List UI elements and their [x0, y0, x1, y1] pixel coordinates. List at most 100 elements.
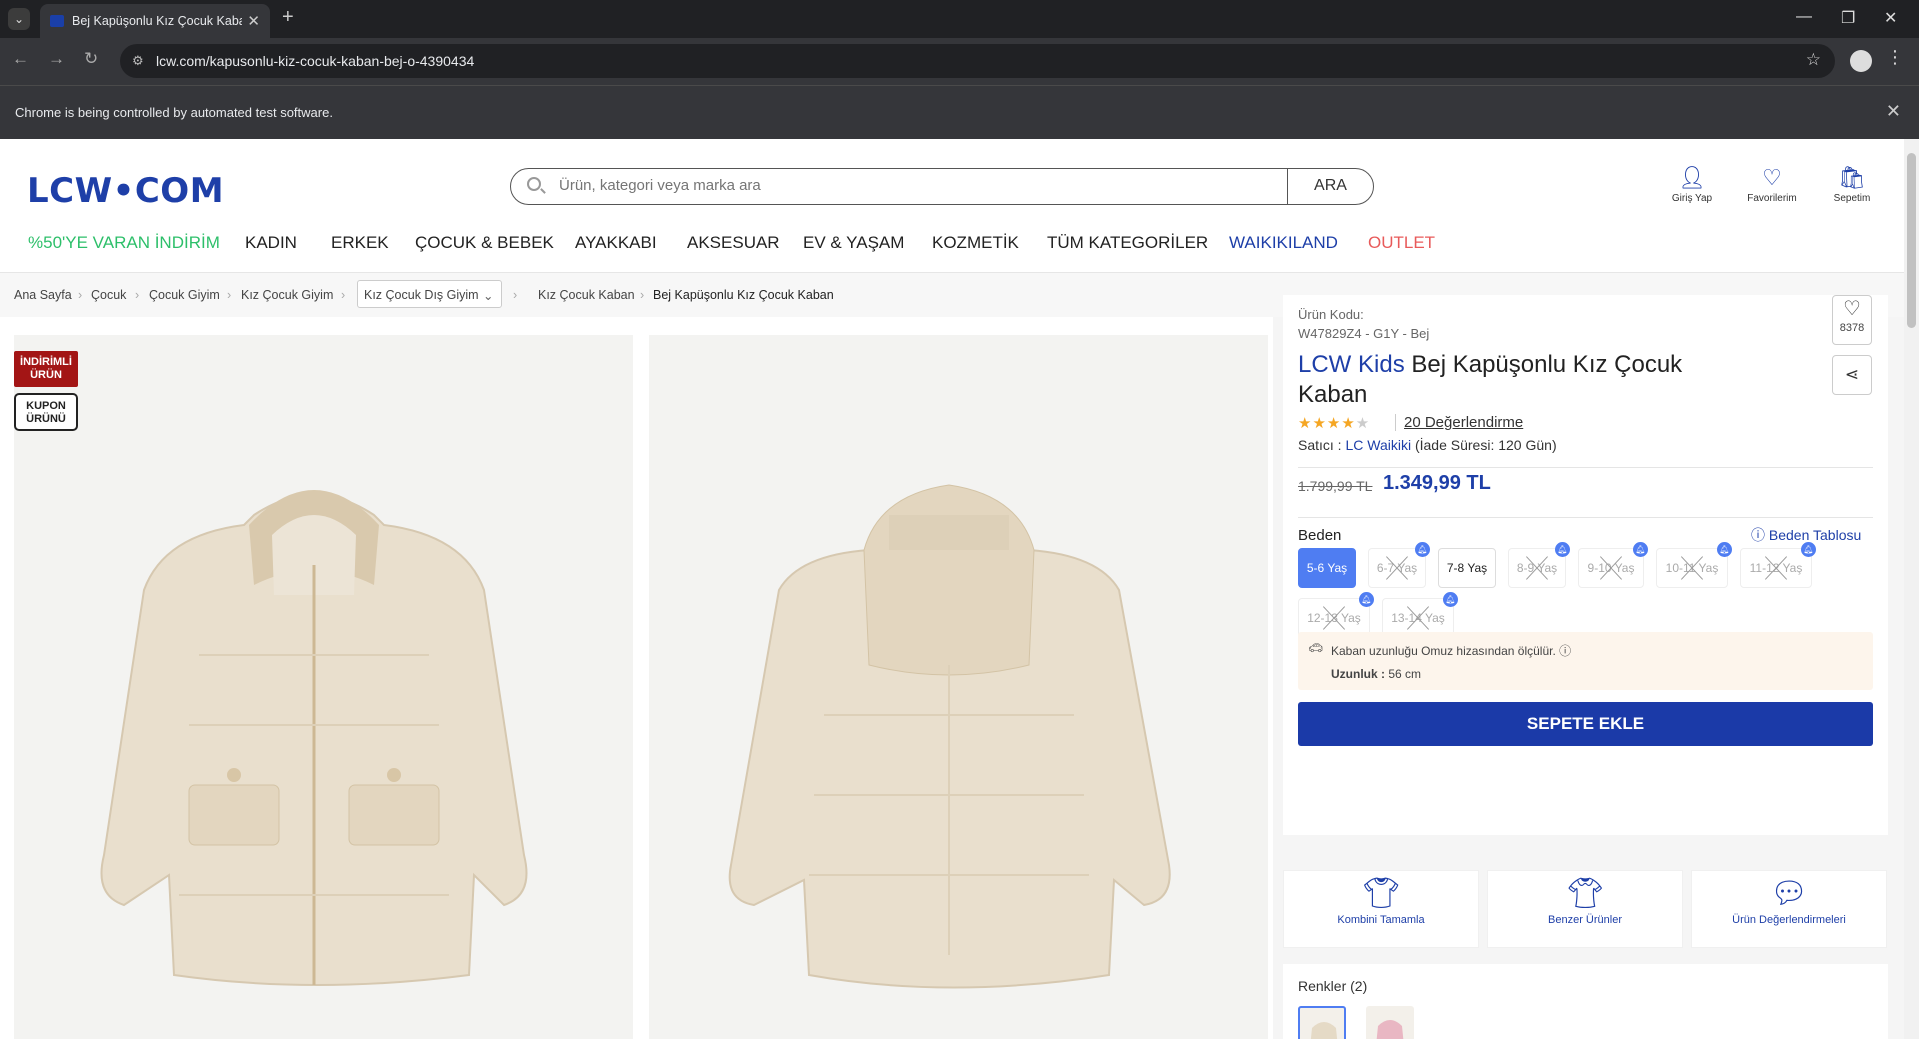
measure-note-text: Kaban uzunluğu Omuz hizasından ölçülür.: [1331, 644, 1556, 658]
size-option[interactable]: 9-10 Yaş 🔔︎: [1578, 542, 1648, 588]
search-icon: [527, 177, 541, 191]
notify-bell-icon[interactable]: 🔔︎: [1415, 542, 1430, 557]
scrollbar-thumb[interactable]: [1907, 153, 1916, 328]
breadcrumb-chevron-icon: ›: [78, 288, 83, 302]
color-swatch-beige[interactable]: [1298, 1006, 1346, 1039]
search-input[interactable]: [559, 177, 1289, 194]
share-icon: ⋖: [1844, 365, 1860, 384]
seller-link[interactable]: LC Waikiki: [1345, 437, 1411, 453]
user-icon: 👤︎: [1678, 165, 1706, 190]
breadcrumb-chevron-icon: ›: [341, 288, 346, 302]
favorites-button[interactable]: ♡ Favorilerim: [1737, 167, 1807, 205]
measurement-info: 🚗︎ Kaban uzunluğu Omuz hizasından ölçülü…: [1298, 632, 1873, 690]
notify-bell-icon[interactable]: 🔔︎: [1717, 542, 1732, 557]
color-swatch-pink[interactable]: [1366, 1006, 1414, 1039]
nav-item-aksesuar[interactable]: AKSESUAR: [687, 233, 780, 253]
notify-bell-icon[interactable]: 🔔︎: [1633, 542, 1648, 557]
new-tab-icon[interactable]: +: [282, 6, 294, 29]
site-logo[interactable]: LCW•COM: [27, 171, 224, 211]
coat-back-image: [649, 335, 1268, 1039]
browser-tab[interactable]: Bej Kapüşonlu Kız Çocuk Kaban ✕: [40, 4, 270, 38]
notify-bell-icon[interactable]: 🔔︎: [1359, 592, 1374, 607]
complete-outfit-button[interactable]: 👕︎ Kombini Tamamla: [1283, 870, 1479, 948]
infobar-close-icon[interactable]: ✕: [1886, 101, 1901, 122]
profile-icon[interactable]: [1850, 50, 1872, 72]
breadcrumb-item[interactable]: Çocuk: [91, 288, 126, 302]
size-label: Beden: [1298, 527, 1342, 544]
notify-bell-icon[interactable]: 🔔︎: [1443, 592, 1458, 607]
minimize-icon[interactable]: —: [1796, 8, 1812, 26]
nav-item-sale[interactable]: %50'YE VARAN İNDİRİM: [28, 233, 220, 253]
coat-front-image: [14, 335, 633, 1039]
outfit-icon: 👕︎: [1361, 877, 1401, 910]
window-close-icon[interactable]: ✕: [1884, 8, 1897, 28]
breadcrumb-item[interactable]: Çocuk Giyim: [149, 288, 220, 302]
nav-item-outlet[interactable]: OUTLET: [1368, 233, 1435, 253]
login-label: Giriş Yap: [1671, 193, 1713, 204]
length-value: 56 cm: [1388, 667, 1422, 681]
size-option[interactable]: 11-12 Yaş 🔔︎: [1740, 542, 1816, 588]
breadcrumb-item[interactable]: Ana Sayfa: [14, 288, 72, 302]
close-tab-icon[interactable]: ✕: [247, 12, 260, 30]
size-chart-label: Beden Tablosu: [1768, 527, 1862, 543]
product-image-front[interactable]: İNDİRİMLİ ÜRÜN KUPON ÜRÜNÜ: [14, 335, 633, 1039]
breadcrumb-item[interactable]: Kız Çocuk Kaban: [538, 288, 635, 302]
login-button[interactable]: 👤︎ Giriş Yap: [1657, 165, 1727, 205]
breadcrumb-chevron-icon: ›: [513, 288, 518, 302]
product-image-back[interactable]: [649, 335, 1268, 1039]
car-icon: 🚗︎: [1308, 641, 1324, 655]
nav-item-kadin[interactable]: KADIN: [245, 233, 297, 253]
size-option[interactable]: 10-11 Yaş 🔔︎: [1656, 542, 1732, 588]
return-info: (İade Süresi: 120 Gün): [1414, 437, 1557, 453]
size-option[interactable]: 5-6 Yaş: [1298, 548, 1356, 588]
share-button[interactable]: ⋖: [1832, 355, 1872, 395]
back-icon[interactable]: ←: [12, 49, 29, 69]
forward-icon[interactable]: →: [48, 49, 65, 69]
add-to-cart-button[interactable]: SEPETE EKLE: [1298, 702, 1873, 746]
seller-info: Satıcı : LC Waikiki (İade Süresi: 120 Gü…: [1298, 437, 1557, 453]
product-reviews-button[interactable]: 💬︎ Ürün Değerlendirmeleri: [1691, 870, 1887, 948]
length-label: Uzunluk :: [1331, 667, 1385, 681]
nav-item-ev-yasam[interactable]: EV & YAŞAM: [803, 233, 904, 253]
colors-card: Renkler (2): [1283, 964, 1888, 1039]
cart-button[interactable]: 🛍︎ Sepetim: [1817, 167, 1887, 205]
size-label: 7-8 Yaş: [1446, 561, 1488, 575]
chrome-menu-icon[interactable]: ⋮: [1886, 47, 1904, 68]
nav-item-tum-kategoriler[interactable]: TÜM KATEGORİLER: [1047, 233, 1208, 253]
nav-item-cocuk-bebek[interactable]: ÇOCUK & BEBEK: [415, 233, 554, 253]
size-label: 5-6 Yaş: [1306, 561, 1348, 575]
nav-item-kozmetik[interactable]: KOZMETİK: [932, 233, 1019, 253]
notify-bell-icon[interactable]: 🔔︎: [1801, 542, 1816, 557]
pink-coat-thumbnail: [1376, 1020, 1404, 1039]
similar-products-button[interactable]: 👚︎ Benzer Ürünler: [1487, 870, 1683, 948]
add-to-favorites-button[interactable]: ♡ 8378: [1832, 295, 1872, 345]
nav-item-waikikiland[interactable]: WAIKIKILAND: [1229, 233, 1338, 253]
url-text: lcw.com/kapusonlu-kiz-cocuk-kaban-bej-o-…: [156, 53, 475, 69]
product-code: W47829Z4 - G1Y - Bej: [1298, 326, 1430, 341]
search-button[interactable]: ARA: [1287, 168, 1373, 205]
favorites-label: Favorilerim: [1747, 193, 1797, 204]
size-option[interactable]: 8-9 Yaş 🔔︎: [1508, 542, 1570, 588]
size-option[interactable]: 6-7 Yaş 🔔︎: [1368, 542, 1430, 588]
page-content: LCW•COM ARA 👤︎ Giriş Yap ♡ Favorilerim 🛍…: [0, 139, 1904, 1039]
reviews-link[interactable]: 20 Değerlendirme: [1395, 414, 1523, 431]
breadcrumb-item[interactable]: Kız Çocuk Giyim: [241, 288, 333, 302]
browser-toolbar: ← → ↻ ⚙ lcw.com/kapusonlu-kiz-cocuk-kaba…: [0, 38, 1919, 85]
nav-item-erkek[interactable]: ERKEK: [331, 233, 389, 253]
tab-search-button[interactable]: ⌄: [8, 8, 30, 30]
divider: [1298, 517, 1873, 518]
page-scrollbar[interactable]: [1904, 139, 1919, 1039]
notify-bell-icon[interactable]: 🔔︎: [1555, 542, 1570, 557]
bookmark-star-icon[interactable]: ☆: [1806, 50, 1821, 70]
restore-icon[interactable]: ❐: [1841, 8, 1855, 28]
reload-icon[interactable]: ↻: [84, 49, 98, 69]
length-info: Uzunluk : 56 cm: [1331, 667, 1421, 681]
feature-label: Benzer Ürünler: [1548, 914, 1622, 926]
nav-item-ayakkabi[interactable]: AYAKKABI: [575, 233, 657, 253]
breadcrumb-chevron-icon: ›: [640, 288, 645, 302]
address-bar[interactable]: ⚙ lcw.com/kapusonlu-kiz-cocuk-kaban-bej-…: [120, 44, 1835, 78]
info-circle-icon[interactable]: ⓘ: [1559, 644, 1571, 658]
site-info-icon[interactable]: ⚙: [132, 53, 144, 69]
brand-link[interactable]: LCW Kids: [1298, 351, 1405, 378]
size-option[interactable]: 7-8 Yaş: [1438, 548, 1496, 588]
